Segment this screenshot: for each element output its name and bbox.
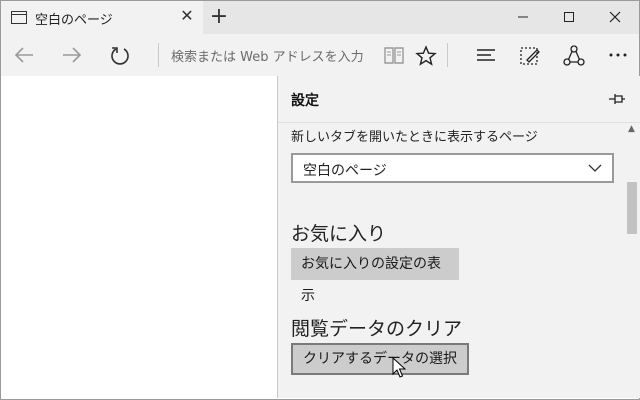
chevron-down-icon — [588, 164, 602, 172]
reading-view-button[interactable] — [377, 39, 409, 71]
forward-button[interactable] — [55, 39, 87, 71]
title-bar: 空白のページ ✕ + — [1, 1, 639, 34]
new-tab-label: 新しいタブを開いたときに表示するページ — [291, 130, 538, 145]
nav-bar: 検索または Web アドレスを入力 — [1, 34, 639, 76]
refresh-icon — [111, 47, 129, 65]
close-icon — [609, 11, 621, 23]
pin-icon[interactable] — [608, 91, 626, 107]
divider — [278, 122, 640, 123]
back-arrow-icon — [14, 47, 33, 63]
hub-icon — [477, 49, 495, 61]
share-button[interactable] — [557, 39, 589, 71]
tab-blank-page[interactable]: 空白のページ ✕ — [1, 1, 203, 34]
new-tab-dropdown[interactable]: 空白のページ — [291, 153, 614, 183]
new-tab-button[interactable]: + — [205, 4, 233, 30]
more-button[interactable] — [601, 39, 633, 71]
tab-title: 空白のページ — [35, 13, 113, 28]
favorite-button[interactable] — [409, 39, 441, 71]
page-content — [1, 76, 277, 398]
address-bar[interactable]: 検索または Web アドレスを入力 — [171, 46, 364, 65]
favorites-settings-button[interactable]: お気に入りの設定の表示 — [291, 248, 459, 304]
minimize-icon — [518, 16, 528, 18]
scroll-up-icon[interactable]: ▲ — [628, 124, 635, 134]
separator — [158, 43, 159, 67]
maximize-icon — [564, 12, 574, 22]
scroll-thumb[interactable] — [627, 182, 637, 234]
more-icon — [609, 53, 627, 57]
choose-data-to-clear-button[interactable]: クリアするデータの選択 — [291, 343, 469, 375]
panel-title: 設定 — [291, 93, 319, 109]
close-tab-icon[interactable]: ✕ — [177, 6, 197, 26]
close-window-button[interactable] — [592, 1, 638, 34]
pen-note-icon — [520, 47, 540, 65]
new-tab-dropdown-value: 空白のページ — [303, 163, 387, 179]
favorites-heading: お気に入り — [291, 223, 387, 245]
forward-arrow-icon — [63, 47, 82, 63]
scrollbar[interactable]: ▲ — [625, 122, 639, 398]
book-icon — [384, 47, 404, 64]
mouse-cursor-icon — [392, 357, 406, 378]
web-note-button[interactable] — [513, 39, 545, 71]
clear-data-heading: 閲覧データのクリア — [291, 318, 463, 340]
share-icon — [563, 45, 585, 66]
maximize-button[interactable] — [546, 1, 592, 34]
back-button[interactable] — [7, 39, 39, 71]
star-icon — [415, 45, 437, 66]
separator — [447, 43, 448, 67]
minimize-button[interactable] — [500, 1, 546, 34]
hub-button[interactable] — [469, 39, 501, 71]
settings-panel: 設定 新しいタブを開いたときに表示するページ 空白のページ お気に入り お気に入… — [277, 76, 640, 398]
page-icon — [11, 11, 27, 24]
refresh-button[interactable] — [103, 39, 135, 71]
